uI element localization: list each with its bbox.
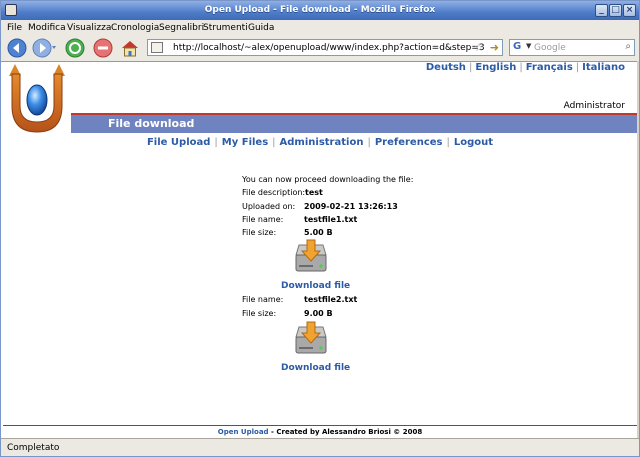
- footer-divider: [3, 425, 637, 426]
- uploaded-value: 2009-02-21 13:26:13: [304, 202, 398, 211]
- footer-openupload-link[interactable]: Open Upload: [218, 428, 269, 436]
- maximize-button[interactable]: □: [609, 4, 622, 17]
- forward-icon[interactable]: [32, 38, 58, 58]
- page-title: File download: [108, 117, 195, 130]
- language-english[interactable]: English: [475, 62, 516, 73]
- nav-preferences[interactable]: Preferences: [375, 137, 443, 148]
- search-engine-dropdown-icon[interactable]: ▼: [526, 42, 531, 50]
- page-footer: Open Upload - Created by Alessandro Brio…: [1, 428, 639, 436]
- address-bar[interactable]: http://localhost/~alex/openupload/www/in…: [147, 39, 503, 56]
- status-bar: Completato: [1, 438, 639, 456]
- separator: |: [468, 62, 473, 73]
- separator: |: [446, 137, 450, 148]
- main-nav: File Upload | My Files | Administration | Pref…: [1, 137, 639, 148]
- menu-visualizza[interactable]: Visualizza: [67, 23, 111, 33]
- separator: |: [214, 137, 218, 148]
- current-user: Administrator: [563, 101, 625, 111]
- menu-segnalibri[interactable]: Segnalibri: [159, 23, 204, 33]
- menu-bar: File Modifica Visualizza Cronologia Segn…: [1, 20, 639, 36]
- bookmark-star-icon[interactable]: ☆: [474, 41, 484, 54]
- file-size-label: File size:: [242, 228, 277, 237]
- language-selector: Deutsh | English | Français | Italiano: [426, 62, 625, 73]
- file-size-value: 5.00 B: [304, 228, 333, 237]
- language-francais[interactable]: Français: [526, 62, 573, 73]
- reload-icon[interactable]: [65, 38, 85, 58]
- menu-cronologia[interactable]: Cronologia: [111, 23, 159, 33]
- address-url[interactable]: http://localhost/~alex/openupload/www/in…: [173, 43, 485, 53]
- google-icon[interactable]: G: [513, 41, 525, 54]
- title-bar: Open Upload - File download - Mozilla Fi…: [1, 1, 639, 20]
- footer-credit: - Created by Alessandro Briosi © 2008: [268, 428, 423, 436]
- site-favicon-icon: [151, 42, 163, 53]
- search-bar[interactable]: G ▼ Google ⌕: [509, 39, 635, 56]
- separator: |: [575, 62, 580, 73]
- go-arrow-icon[interactable]: ➜: [490, 41, 499, 54]
- separator: |: [367, 137, 371, 148]
- menu-strumenti[interactable]: Strumenti: [203, 23, 248, 33]
- download-file-link[interactable]: Download file: [281, 363, 350, 373]
- menu-file[interactable]: File: [7, 23, 22, 33]
- home-icon[interactable]: [120, 38, 140, 58]
- description-label: File description:: [242, 188, 306, 197]
- nav-my-files[interactable]: My Files: [222, 137, 268, 148]
- nav-file-upload[interactable]: File Upload: [147, 137, 210, 148]
- nav-logout[interactable]: Logout: [454, 137, 493, 148]
- file-size-value: 9.00 B: [304, 309, 333, 318]
- download-file-link[interactable]: Download file: [281, 281, 350, 291]
- file-name-label: File name:: [242, 295, 284, 304]
- page-edge: [637, 61, 639, 438]
- separator: |: [519, 62, 523, 73]
- back-icon[interactable]: [7, 38, 27, 58]
- language-italiano[interactable]: Italiano: [582, 62, 625, 73]
- status-text: Completato: [7, 443, 60, 453]
- menu-guida[interactable]: Guida: [248, 23, 274, 33]
- browser-window: Open Upload - File download - Mozilla Fi…: [0, 0, 640, 457]
- window-title: Open Upload - File download - Mozilla Fi…: [204, 5, 436, 15]
- file-size-label: File size:: [242, 309, 277, 318]
- separator: |: [272, 137, 276, 148]
- search-icon[interactable]: ⌕: [625, 41, 631, 52]
- search-placeholder: Google: [534, 43, 566, 53]
- uploaded-label: Uploaded on:: [242, 202, 296, 211]
- download-intro: You can now proceed downloading the file…: [242, 175, 414, 184]
- language-deutsh[interactable]: Deutsh: [426, 62, 466, 73]
- stop-icon[interactable]: [93, 38, 113, 58]
- nav-administration[interactable]: Administration: [280, 137, 364, 148]
- openupload-logo: [9, 64, 65, 133]
- menu-modifica[interactable]: Modifica: [28, 23, 66, 33]
- file-name-value: testfile1.txt: [304, 215, 358, 224]
- download-drive-icon[interactable]: [293, 239, 329, 275]
- file-name-value: testfile2.txt: [304, 295, 358, 304]
- download-drive-icon[interactable]: [293, 321, 329, 357]
- description-value: test: [305, 188, 323, 197]
- page-content: Deutsh | English | Français | Italiano Adminis…: [1, 61, 639, 438]
- page-header-bar: File download: [71, 115, 639, 133]
- minimize-button[interactable]: _: [595, 4, 608, 17]
- file-name-label: File name:: [242, 215, 284, 224]
- close-button[interactable]: ×: [623, 4, 636, 17]
